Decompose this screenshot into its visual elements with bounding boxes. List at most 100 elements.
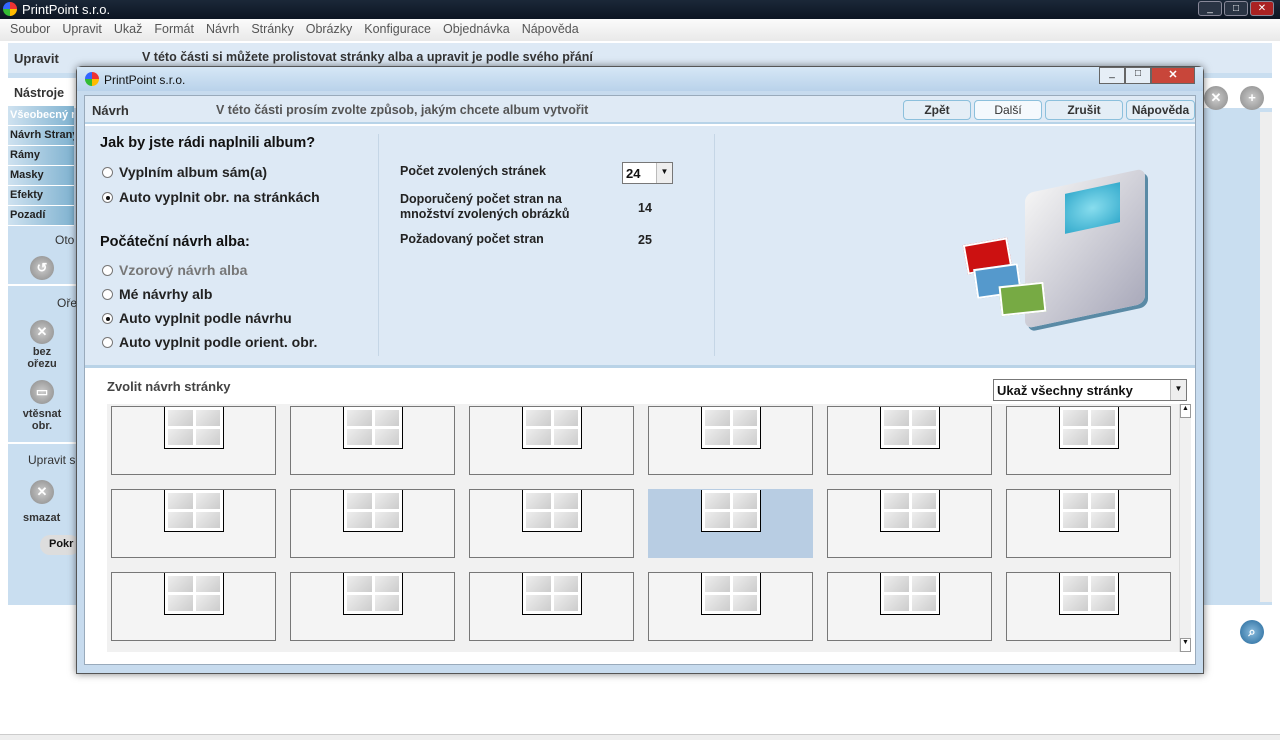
radio-fill-manual[interactable]: Vyplním album sám(a) [102,164,267,180]
layout-thumbnail [880,573,940,615]
design-question: Počáteční návrh alba: [100,234,250,250]
menu-format[interactable]: Formát [148,19,200,41]
menu-konfigurace[interactable]: Konfigurace [358,19,437,41]
page-layout-option[interactable] [648,572,813,641]
app-titlebar: PrintPoint s.r.o. _ □ ✕ [0,0,1280,19]
photo-placeholder-icon [705,410,730,426]
photo-placeholder-icon [553,429,578,445]
side-tab-effects[interactable]: Efekty [8,186,74,206]
main-scrollbar[interactable] [1260,112,1272,602]
dialog-logo-icon [85,72,99,86]
photo-placeholder-icon [884,493,909,509]
page-layout-option[interactable] [648,489,813,558]
menu-soubor[interactable]: Soubor [4,19,56,41]
zoom-icon[interactable]: ⌕ [1240,620,1264,644]
photo-placeholder-icon [1090,493,1115,509]
radio-sample-design[interactable]: Vzorový návrh alba [102,262,247,278]
divider [8,442,76,444]
dialog-minimize-button[interactable]: _ [1099,67,1125,84]
page-layout-option[interactable] [827,572,992,641]
page-layout-option[interactable] [827,489,992,558]
layout-thumbnail [522,407,582,449]
cancel-button[interactable]: Zrušit [1045,100,1123,120]
menu-bar: Soubor Upravit Ukaž Formát Návrh Stránky… [0,19,1280,41]
page-layout-option[interactable] [111,572,276,641]
photo-placeholder-icon [374,512,399,528]
radio-fill-auto[interactable]: Auto vyplnit obr. na stránkách [102,189,320,205]
fill-question: Jak by jste rádi naplnili album? [100,135,316,151]
page-layout-option[interactable] [290,572,455,641]
photo-placeholder-icon [347,512,372,528]
radio-my-designs[interactable]: Mé návrhy alb [102,286,212,302]
pages-label: Počet zvolených stránek [400,164,546,178]
page-layout-option[interactable] [1006,489,1171,558]
dialog-header: Návrh V této části prosím zvolte způsob,… [85,96,1195,124]
instruction-text: V této části prosím zvolte způsob, jakým… [216,103,589,117]
scroll-down-icon[interactable]: ▼ [1180,638,1191,652]
page-layout-option[interactable] [648,406,813,475]
radio-label: Mé návrhy alb [119,286,213,302]
page-layout-option[interactable] [111,406,276,475]
maximize-button[interactable]: □ [1224,1,1248,16]
dialog-close-button[interactable]: ✕ [1151,67,1195,84]
page-layout-option[interactable] [469,572,634,641]
menu-upravit[interactable]: Upravit [56,19,108,41]
fit-image-label[interactable]: vtěsnat obr. [18,408,66,432]
page-filter-select[interactable]: Ukaž všechny stránky ▼ [993,379,1187,401]
side-tab-page-design[interactable]: Návrh Strany [8,126,74,146]
divider [8,284,76,286]
page-layout-option[interactable] [827,406,992,475]
menu-navrh[interactable]: Návrh [200,19,245,41]
no-crop-label[interactable]: bez ořezu [22,346,62,370]
photo-placeholder-icon [1090,595,1115,611]
no-crop-icon[interactable]: ✕ [30,320,54,344]
page-layout-option[interactable] [1006,406,1171,475]
minimize-button[interactable]: _ [1198,1,1222,16]
page-layout-option[interactable] [290,406,455,475]
side-tab-background[interactable]: Pozadí [8,206,74,226]
radio-icon [102,336,113,348]
scroll-up-icon[interactable]: ▲ [1180,404,1191,418]
page-layout-option[interactable] [469,489,634,558]
dialog-maximize-button[interactable]: □ [1125,67,1151,84]
side-tab-masks[interactable]: Masky [8,166,74,186]
menu-stranky[interactable]: Stránky [245,19,299,41]
delete-icon[interactable]: ✕ [30,480,54,504]
delete-label[interactable]: smazat [23,512,60,524]
layout-thumbnail [343,407,403,449]
photo-placeholder-icon [526,595,551,611]
rotate-icon[interactable]: ↺ [30,256,54,280]
photo-placeholder-icon [911,410,936,426]
remove-icon[interactable]: ✕ [1204,86,1228,110]
radio-label: Auto vyplnit podle orient. obr. [119,334,318,350]
photo-placeholder-icon [168,410,193,426]
page-layout-option[interactable] [1006,572,1171,641]
main-header-title: Upravit [14,51,59,66]
pages-select[interactable]: 24 ▼ [622,162,673,184]
radio-label: Auto vyplnit podle návrhu [119,310,292,326]
page-layout-option[interactable] [111,489,276,558]
side-tab-frames[interactable]: Rámy [8,146,74,166]
advanced-button[interactable]: Pokr [40,535,80,555]
add-icon[interactable]: + [1240,86,1264,110]
photo-placeholder-icon [526,493,551,509]
menu-objednavka[interactable]: Objednávka [437,19,516,41]
photo-placeholder-icon [374,429,399,445]
layout-thumbnail [522,573,582,615]
page-layout-option[interactable] [290,489,455,558]
fit-image-icon[interactable]: ▭ [30,380,54,404]
help-button[interactable]: Nápověda [1126,100,1195,120]
page-layout-option[interactable] [469,406,634,475]
close-button[interactable]: ✕ [1250,1,1274,16]
menu-obrazky[interactable]: Obrázky [300,19,359,41]
side-tab-general[interactable]: Všeobecný r [8,106,74,126]
menu-ukaz[interactable]: Ukaž [108,19,148,41]
photo-placeholder-icon [374,493,399,509]
radio-auto-design[interactable]: Auto vyplnit podle návrhu [102,310,292,326]
menu-napoveda[interactable]: Nápověda [516,19,585,41]
layout-thumbnail [1059,490,1119,532]
back-button[interactable]: Zpět [903,100,971,120]
radio-auto-orient[interactable]: Auto vyplnit podle orient. obr. [102,334,317,350]
layout-scrollbar[interactable]: ▲ ▼ [1179,404,1191,652]
next-button[interactable]: Další [974,100,1042,120]
